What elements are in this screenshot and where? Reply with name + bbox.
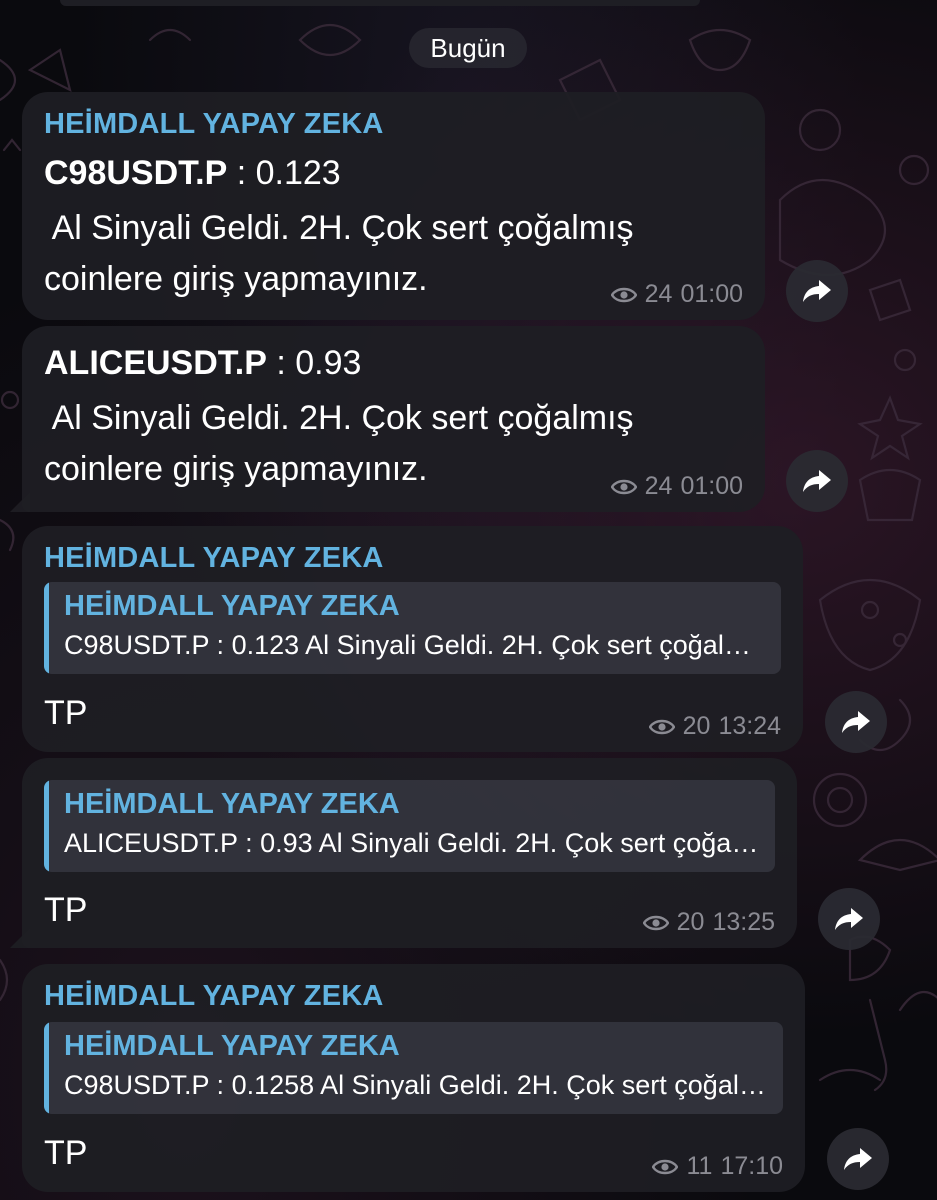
view-count: 20 <box>676 908 705 936</box>
eye-icon <box>610 287 637 302</box>
message-title: C98USDT.P : 0.123 <box>44 154 341 193</box>
message-bubble[interactable]: HEİMDALL YAPAY ZEKA C98USDT.P : 0.123 Al… <box>22 92 765 320</box>
reply-sender: HEİMDALL YAPAY ZEKA <box>64 590 400 622</box>
coin-symbol: ALICEUSDT.P <box>44 344 267 382</box>
message-time: 17:10 <box>720 1152 783 1180</box>
view-count: 24 <box>644 472 673 500</box>
forward-button[interactable] <box>786 450 848 512</box>
sender-name[interactable]: HEİMDALL YAPAY ZEKA <box>44 980 384 1013</box>
reply-sender: HEİMDALL YAPAY ZEKA <box>64 788 400 820</box>
eye-icon <box>610 479 637 494</box>
forward-button[interactable] <box>786 260 848 322</box>
message-bubble[interactable]: HEİMDALL YAPAY ZEKA HEİMDALL YAPAY ZEKA … <box>22 964 805 1192</box>
message-text: TP <box>44 891 88 929</box>
message-meta: 24 01:00 <box>610 280 743 309</box>
eye-icon <box>642 915 669 930</box>
reply-text: C98USDT.P : 0.123 Al Sinyali Geldi. 2H. … <box>64 630 769 660</box>
forward-arrow-icon <box>803 280 831 302</box>
date-separator: Bugün <box>409 28 527 68</box>
message-meta: 20 13:24 <box>648 712 781 741</box>
view-count: 11 <box>686 1152 713 1180</box>
reply-sender: HEİMDALL YAPAY ZEKA <box>64 1030 400 1062</box>
message-time: 01:00 <box>680 280 743 308</box>
message-meta: 11 17:10 <box>652 1152 783 1181</box>
reply-quote[interactable]: HEİMDALL YAPAY ZEKA ALICEUSDT.P : 0.93 A… <box>44 780 775 872</box>
message-text: TP <box>44 694 88 732</box>
forward-arrow-icon <box>803 470 831 492</box>
message-time: 01:00 <box>680 472 743 500</box>
message-time: 13:24 <box>718 712 781 740</box>
reply-quote[interactable]: HEİMDALL YAPAY ZEKA C98USDT.P : 0.123 Al… <box>44 582 781 674</box>
forward-button[interactable] <box>818 888 880 950</box>
view-count: 24 <box>644 280 673 308</box>
message-text: TP <box>44 1134 88 1172</box>
reply-quote[interactable]: HEİMDALL YAPAY ZEKA C98USDT.P : 0.1258 A… <box>44 1022 783 1114</box>
eye-icon <box>648 719 675 734</box>
message-time: 13:25 <box>712 908 775 936</box>
eye-icon <box>652 1159 679 1174</box>
reply-text: ALICEUSDT.P : 0.93 Al Sinyali Geldi. 2H.… <box>64 828 763 858</box>
message-meta: 24 01:00 <box>610 472 743 501</box>
message-title: ALICEUSDT.P : 0.93 <box>44 344 361 383</box>
forward-button[interactable] <box>825 691 887 753</box>
sender-name[interactable]: HEİMDALL YAPAY ZEKA <box>44 108 384 141</box>
forward-arrow-icon <box>842 711 870 733</box>
view-count: 20 <box>682 712 711 740</box>
message-bubble[interactable]: HEİMDALL YAPAY ZEKA ALICEUSDT.P : 0.93 A… <box>22 758 797 948</box>
coin-symbol: C98USDT.P <box>44 154 228 192</box>
forward-arrow-icon <box>835 908 863 930</box>
forward-button[interactable] <box>827 1128 889 1190</box>
message-bubble[interactable]: ALICEUSDT.P : 0.93 Al Sinyali Geldi. 2H.… <box>22 326 765 512</box>
coin-price: : 0.123 <box>227 154 341 192</box>
message-text: Al Sinyali Geldi. 2H. Çok sert çoğalmış … <box>44 209 634 298</box>
message-meta: 20 13:25 <box>642 908 775 937</box>
previous-message-edge <box>60 0 700 6</box>
forward-arrow-icon <box>844 1148 872 1170</box>
message-text: Al Sinyali Geldi. 2H. Çok sert çoğalmış … <box>44 399 634 488</box>
message-bubble[interactable]: HEİMDALL YAPAY ZEKA HEİMDALL YAPAY ZEKA … <box>22 526 803 752</box>
coin-price: : 0.93 <box>266 344 362 382</box>
reply-text: C98USDT.P : 0.1258 Al Sinyali Geldi. 2H.… <box>64 1070 771 1100</box>
sender-name[interactable]: HEİMDALL YAPAY ZEKA <box>44 542 384 575</box>
